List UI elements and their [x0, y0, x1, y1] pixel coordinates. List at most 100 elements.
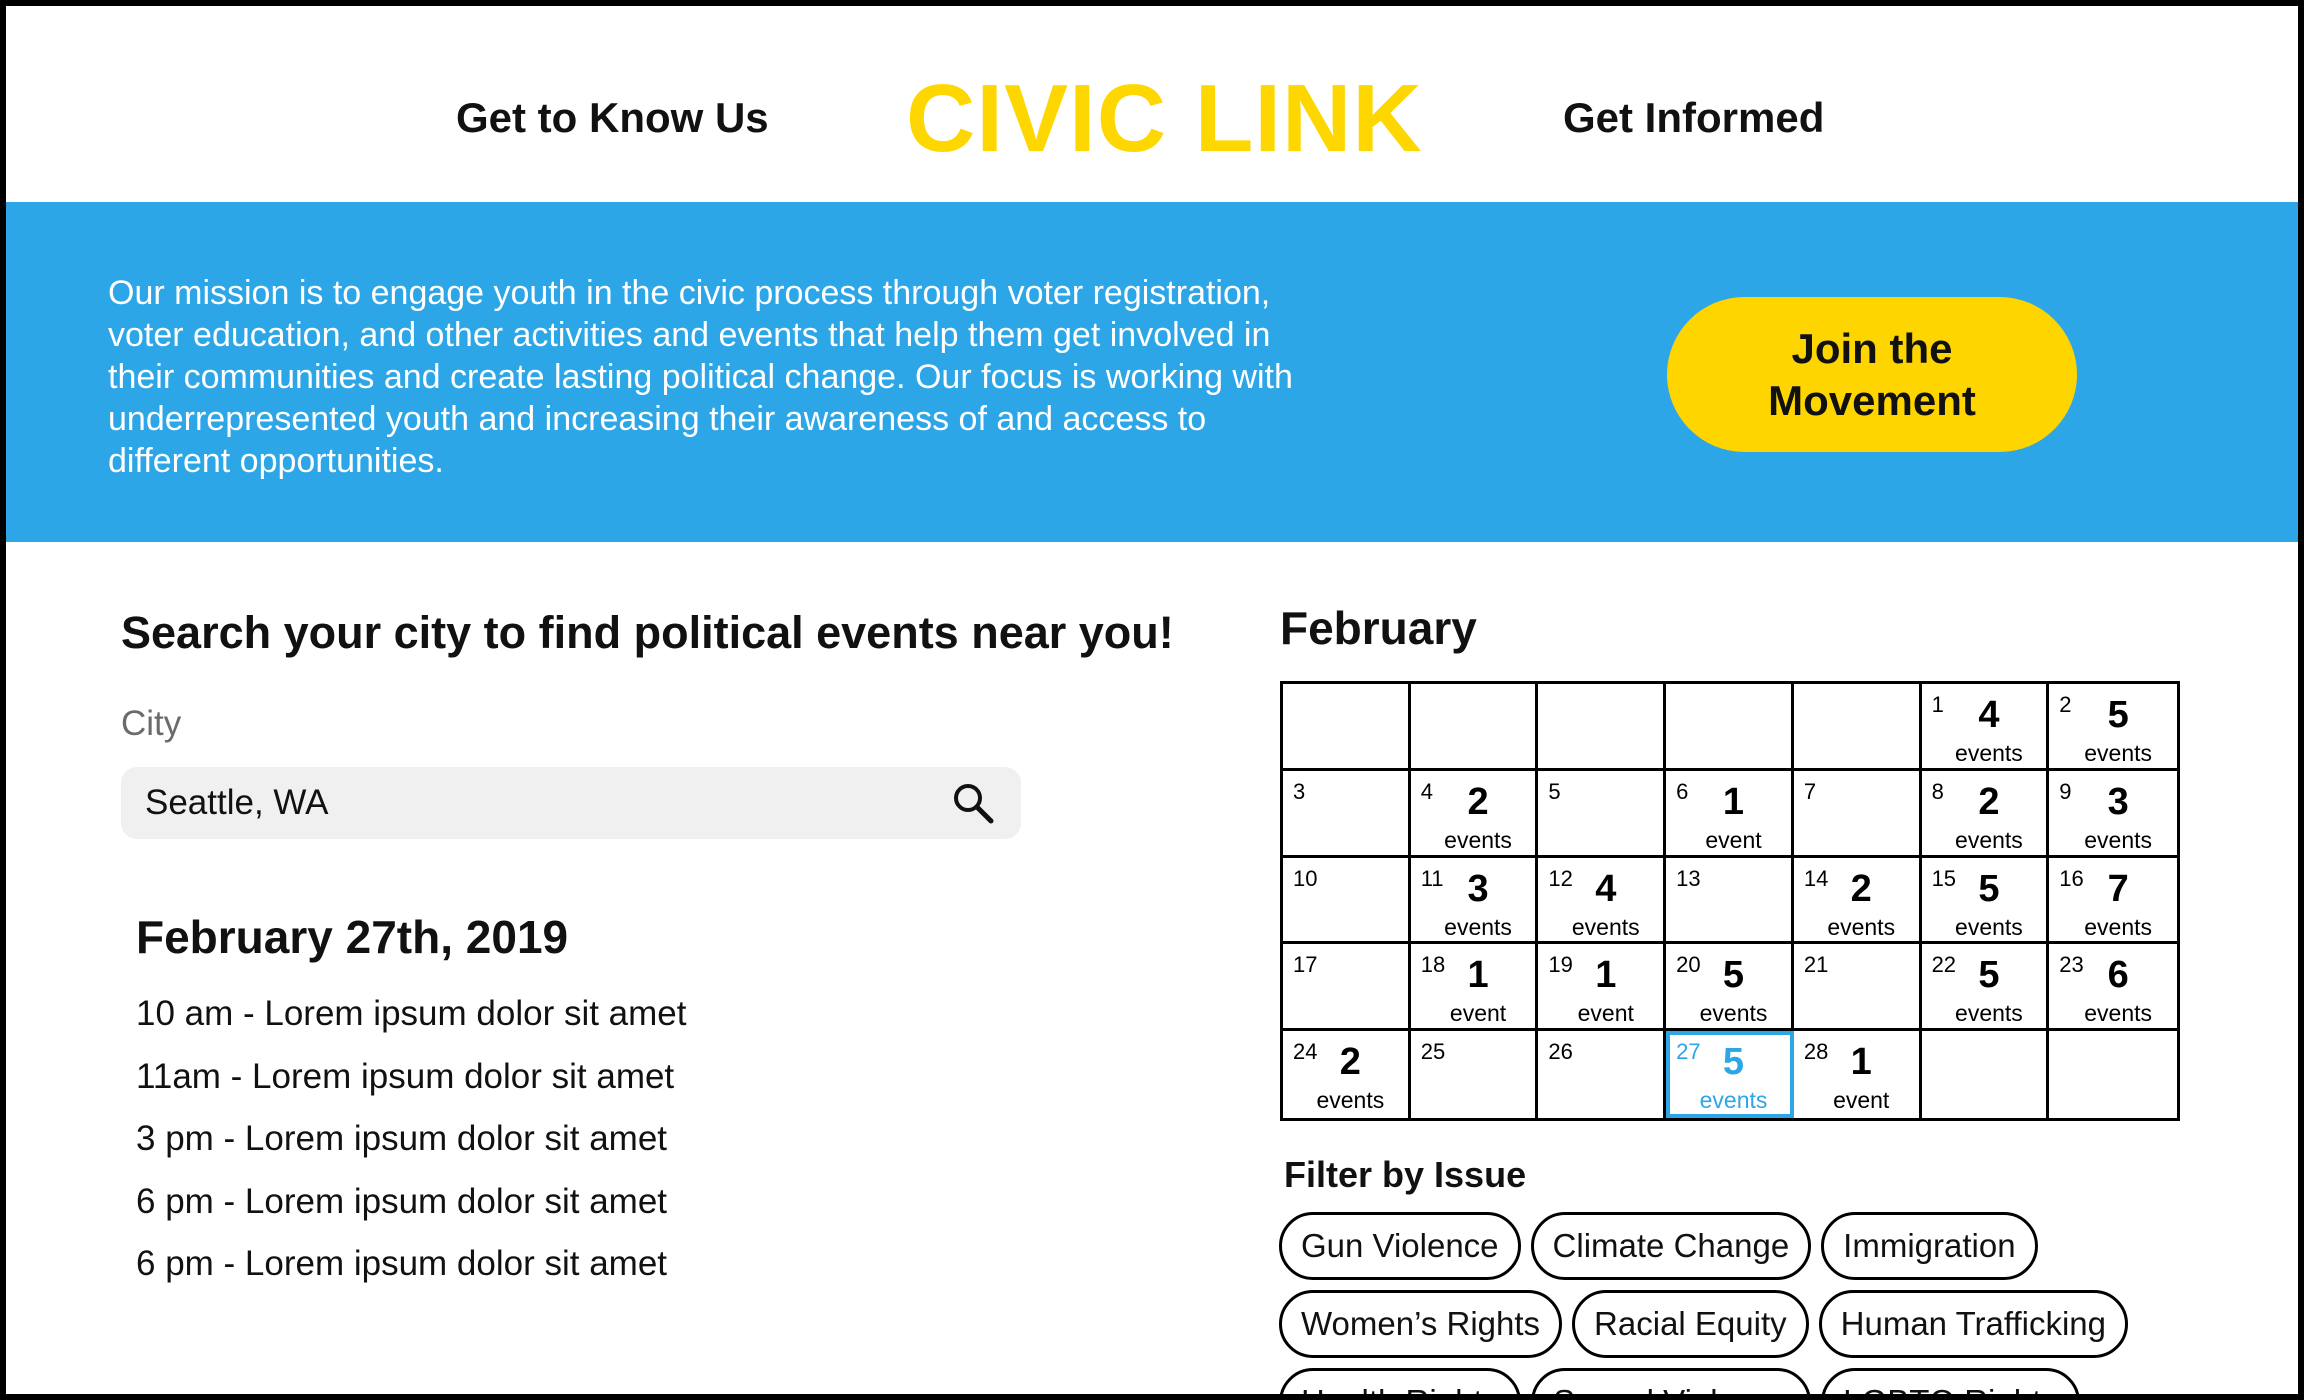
calendar-day-26[interactable]: 26 [1538, 1031, 1667, 1118]
calendar-day-21[interactable]: 21 [1793, 944, 1922, 1032]
calendar-day-10[interactable]: 10 [1283, 857, 1411, 945]
calendar-day-number: 13 [1676, 865, 1701, 891]
calendar-day-8[interactable]: 8 2 events [1921, 770, 2050, 858]
filter-chip-sexual-violence[interactable]: Sexual Violence [1531, 1368, 1812, 1394]
calendar-event-count: 7 [2107, 867, 2129, 910]
calendar-event-label: events [2084, 826, 2153, 853]
calendar-day-19[interactable]: 19 1 event [1538, 944, 1667, 1032]
filter-chip-racial-equity[interactable]: Racial Equity [1572, 1290, 1809, 1358]
calendar-empty-cell [1283, 684, 1411, 771]
calendar-empty-cell [1410, 684, 1539, 771]
event-list-item[interactable]: 3 pm - Lorem ipsum dolor sit amet [136, 1116, 686, 1179]
calendar-event-count: 6 [2107, 954, 2129, 997]
calendar-day-25[interactable]: 25 [1411, 1031, 1539, 1118]
calendar-event-label: events [2084, 740, 2153, 766]
calendar-day-17[interactable]: 17 [1283, 944, 1411, 1032]
calendar-day-14[interactable]: 14 2 events [1793, 857, 1922, 945]
calendar-day-number: 3 [1293, 778, 1306, 804]
filter-chip-lgbtq-rights[interactable]: LGBTQ Rights [1821, 1368, 2080, 1394]
filter-chip-list: Gun Violence Climate Change Immigration … [1279, 1212, 2219, 1394]
event-list-item[interactable]: 11am - Lorem ipsum dolor sit amet [136, 1054, 686, 1117]
calendar-empty-cell [1793, 684, 1922, 771]
calendar-event-count: 4 [1595, 867, 1617, 910]
search-heading: Search your city to find political event… [121, 607, 1174, 658]
calendar-event-label: events [1571, 913, 1640, 940]
search-icon[interactable] [951, 781, 995, 825]
calendar-day-2[interactable]: 2 5 events [2049, 684, 2177, 771]
calendar-event-count: 2 [1339, 1041, 1361, 1084]
calendar-event-label: events [2084, 1000, 2153, 1027]
calendar-empty-cell [1538, 684, 1667, 771]
calendar-event-count: 4 [1978, 694, 2000, 736]
calendar-day-24[interactable]: 24 2 events [1283, 1031, 1411, 1118]
filter-chip-human-trafficking[interactable]: Human Trafficking [1818, 1290, 2128, 1358]
calendar-day-12[interactable]: 12 4 events [1538, 857, 1667, 945]
event-list-item[interactable]: 6 pm - Lorem ipsum dolor sit amet [136, 1241, 686, 1304]
event-list-item[interactable]: 6 pm - Lorem ipsum dolor sit amet [136, 1179, 686, 1242]
calendar-day-22[interactable]: 22 5 events [1921, 944, 2050, 1032]
calendar-day-number: 21 [1803, 952, 1829, 978]
calendar-event-count: 2 [1467, 780, 1489, 823]
calendar-day-number: 26 [1548, 1039, 1573, 1065]
event-list: 10 am - Lorem ipsum dolor sit amet 11am … [136, 991, 686, 1304]
calendar-event-count: 3 [1467, 867, 1489, 910]
calendar-day-number: 17 [1293, 952, 1318, 978]
event-calendar: 1 4 events 2 5 events 3 4 2 events 5 6 1 event 7 8 2 even… [1280, 681, 2180, 1121]
filter-chip-gun-violence[interactable]: Gun Violence [1279, 1212, 1521, 1280]
site-logo[interactable]: CIVIC LINK [906, 64, 1423, 174]
calendar-day-7[interactable]: 7 [1793, 770, 1922, 858]
join-movement-button[interactable]: Join the Movement [1667, 297, 2077, 452]
calendar-event-label: events [1699, 1000, 1768, 1027]
calendar-event-label: event [1705, 826, 1762, 853]
calendar-day-1[interactable]: 1 4 events [1921, 684, 2050, 771]
nav-get-informed[interactable]: Get Informed [1563, 94, 1824, 142]
calendar-event-label: event [1449, 1000, 1507, 1027]
calendar-day-18[interactable]: 18 1 event [1410, 944, 1539, 1032]
calendar-event-count: 5 [1722, 1041, 1745, 1084]
calendar-event-label: events [1699, 1087, 1768, 1114]
calendar-day-16[interactable]: 16 7 events [2049, 858, 2177, 945]
calendar-day-28[interactable]: 28 1 event [1794, 1031, 1922, 1118]
calendar-event-count: 5 [1978, 954, 2000, 997]
filter-chip-health-rights[interactable]: Health Rights [1279, 1368, 1522, 1394]
calendar-day-15[interactable]: 15 5 events [1921, 857, 2050, 945]
calendar-day-20[interactable]: 20 5 events [1666, 944, 1794, 1032]
mission-banner: Our mission is to engage youth in the ci… [6, 202, 2298, 542]
calendar-empty-cell [1666, 684, 1794, 771]
calendar-day-number: 7 [1803, 778, 1817, 804]
calendar-day-5[interactable]: 5 [1538, 770, 1667, 858]
city-search-input[interactable] [145, 767, 925, 839]
calendar-day-27[interactable]: 27 5 events [1666, 1031, 1794, 1118]
filter-chip-immigration[interactable]: Immigration [1821, 1212, 2038, 1280]
calendar-event-count: 1 [1722, 780, 1745, 823]
city-label: City [121, 704, 182, 743]
calendar-event-label: events [1955, 913, 2023, 940]
calendar-event-count: 1 [1595, 954, 1617, 997]
calendar-event-label: events [1955, 740, 2023, 766]
calendar-day-3[interactable]: 3 [1283, 770, 1411, 858]
event-list-item[interactable]: 10 am - Lorem ipsum dolor sit amet [136, 991, 686, 1054]
calendar-event-label: events [1955, 826, 2023, 853]
calendar-day-4[interactable]: 4 2 events [1410, 770, 1539, 858]
calendar-day-11[interactable]: 11 3 events [1410, 857, 1539, 945]
calendar-day-number: 25 [1420, 1039, 1446, 1065]
filter-chip-womens-rights[interactable]: Women’s Rights [1279, 1290, 1563, 1358]
calendar-day-number: 5 [1548, 778, 1561, 804]
mission-statement: Our mission is to engage youth in the ci… [108, 274, 1293, 480]
calendar-empty-cell [1922, 1031, 2050, 1118]
selected-date-heading: February 27th, 2019 [136, 911, 569, 963]
calendar-day-9[interactable]: 9 3 events [2049, 771, 2177, 858]
calendar-day-6[interactable]: 6 1 event [1666, 770, 1794, 858]
nav-get-to-know-us[interactable]: Get to Know Us [456, 94, 769, 142]
calendar-event-label: events [1827, 913, 1896, 940]
calendar-event-label: events [2084, 913, 2153, 940]
calendar-event-count: 5 [2107, 694, 2129, 736]
calendar-event-label: events [1444, 826, 1512, 853]
calendar-event-count: 2 [1978, 780, 2000, 823]
page-frame: Get to Know Us CIVIC LINK Get Informed O… [0, 0, 2304, 1400]
calendar-month-heading: February [1280, 602, 1477, 654]
calendar-day-23[interactable]: 23 6 events [2049, 944, 2177, 1032]
filter-chip-climate-change[interactable]: Climate Change [1530, 1212, 1812, 1280]
calendar-day-13[interactable]: 13 [1666, 857, 1794, 945]
calendar-event-label: events [1316, 1087, 1385, 1114]
